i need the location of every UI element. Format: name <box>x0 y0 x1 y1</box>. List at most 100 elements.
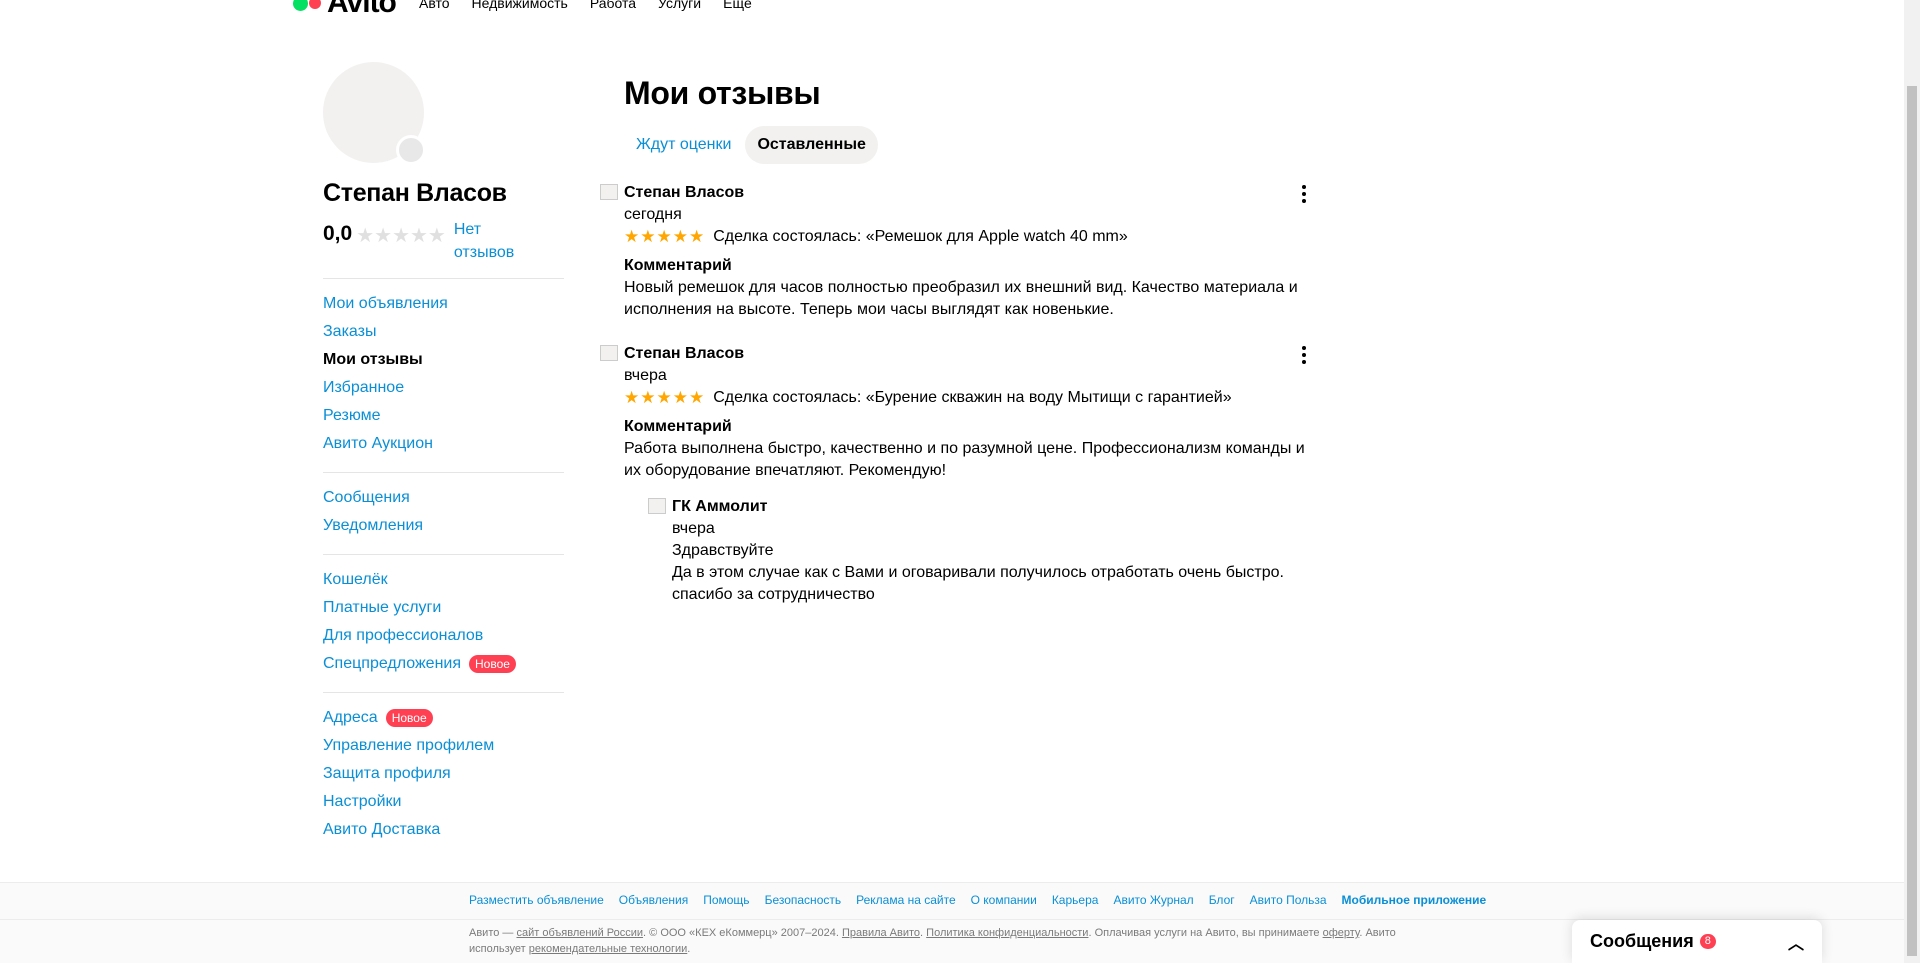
reply-date: вчера <box>672 520 715 537</box>
avito-logo[interactable]: Avito <box>293 0 397 20</box>
legal-text: Авито — <box>469 927 517 939</box>
sidebar-item-orders[interactable]: Заказы <box>323 318 564 346</box>
sidebar-item-auction[interactable]: Авито Аукцион <box>323 430 564 458</box>
chevron-up-icon[interactable]: ︿ <box>1788 930 1804 954</box>
legal-text: . © ООО «КЕХ eКоммерц» 2007–2024. <box>643 927 842 939</box>
profile-sidebar: Степан Власов 0,0 ★★★★★ Нет отзывов Мои … <box>323 62 564 844</box>
footer-link[interactable]: Разместить объявление <box>469 893 604 907</box>
review-deal-row: ★★★★★ Сделка состоялась: «Ремешок для Ap… <box>624 226 1320 248</box>
footer-link[interactable]: Авито Журнал <box>1113 893 1193 907</box>
tab-awaiting-rating[interactable]: Ждут оценки <box>624 126 743 164</box>
author-avatar <box>600 184 618 200</box>
sidebar-item-notifications[interactable]: Уведомления <box>323 512 564 540</box>
comment-heading: Комментарий <box>624 418 732 435</box>
sidebar-item-delivery[interactable]: Авито Доставка <box>323 816 564 844</box>
review-comment: Работа выполнена быстро, качественно и п… <box>624 440 1305 479</box>
sidebar-item-wallet[interactable]: Кошелёк <box>323 566 564 594</box>
footer-link[interactable]: Помощь <box>703 893 749 907</box>
avatar-edit-badge[interactable] <box>396 135 426 165</box>
more-options-icon[interactable] <box>1298 184 1310 204</box>
sidebar-item-my-reviews[interactable]: Мои отзывы <box>323 346 564 374</box>
reply-text: Да в этом случае как с Вами и оговаривал… <box>672 564 1284 603</box>
sidebar-item-special-offers[interactable]: Спецпредложения Новое <box>323 650 564 678</box>
sidebar-item-messages[interactable]: Сообщения <box>323 484 564 512</box>
nav-item-more[interactable]: Ещё <box>723 0 752 11</box>
messages-count-badge: 8 <box>1699 934 1716 949</box>
sidebar-item-profile-protection[interactable]: Защита профиля <box>323 760 564 788</box>
messages-widget[interactable]: Сообщения 8 ︿ <box>1572 920 1822 963</box>
sidebar-item-settings[interactable]: Настройки <box>323 788 564 816</box>
review-author[interactable]: Степан Власов <box>624 343 1320 365</box>
top-nav: Авто Недвижимость Работа Услуги Ещё <box>419 0 752 11</box>
scrollbar-thumb[interactable] <box>1907 86 1917 956</box>
review-deal: Сделка состоялась: «Бурение скважин на в… <box>713 389 1232 406</box>
legal-link-offer[interactable]: оферту <box>1323 927 1360 939</box>
logo-text: Avito <box>327 0 397 19</box>
sidebar-group-ads: Мои объявления Заказы Мои отзывы Избранн… <box>323 290 564 458</box>
top-header: Avito Авто Недвижимость Работа Услуги Ещ… <box>0 0 1904 19</box>
legal-text: . Оплачивая услуги на Авито, вы принимае… <box>1088 927 1323 939</box>
messages-widget-label: Сообщения <box>1590 931 1694 951</box>
rating-stars-icon: ★★★★★ <box>624 388 706 407</box>
reply-author[interactable]: ГК Аммолит <box>672 496 1320 518</box>
sidebar-item-addresses[interactable]: Адреса Новое <box>323 704 564 732</box>
legal-link-rules[interactable]: Правила Авито <box>842 927 920 939</box>
rating-row: 0,0 ★★★★★ Нет отзывов <box>323 218 564 264</box>
sidebar-group-finance: Кошелёк Платные услуги Для профессионало… <box>323 566 564 678</box>
author-avatar <box>600 345 618 361</box>
footer-link[interactable]: Авито Польза <box>1250 893 1327 907</box>
rating-stars-icon: ★★★★★ <box>624 227 706 246</box>
footer-link[interactable]: О компании <box>971 893 1037 907</box>
legal-link-privacy[interactable]: Политика конфиденциальности <box>926 927 1088 939</box>
sidebar-group-messages: Сообщения Уведомления <box>323 484 564 540</box>
page-scrollbar[interactable] <box>1904 0 1920 963</box>
review-author[interactable]: Степан Власов <box>624 182 1320 204</box>
footer-link[interactable]: Объявления <box>619 893 688 907</box>
comment-heading: Комментарий <box>624 257 732 274</box>
review-item: Степан Власов вчера ★★★★★ Сделка состоял… <box>600 343 1320 606</box>
footer-legal: Авито — сайт объявлений России. © ООО «К… <box>469 925 1419 957</box>
sidebar-item-paid-services[interactable]: Платные услуги <box>323 594 564 622</box>
seller-reply: ГК Аммолит вчера Здравствуйте Да в этом … <box>648 496 1320 606</box>
sidebar-group-settings: Адреса Новое Управление профилем Защита … <box>323 704 564 844</box>
tab-left-reviews[interactable]: Оставленные <box>745 126 878 164</box>
legal-link-recommendations[interactable]: рекомендательные технологии <box>529 943 688 955</box>
review-date: вчера <box>624 367 667 384</box>
avatar[interactable] <box>323 62 426 165</box>
user-name: Степан Власов <box>323 179 507 207</box>
rating-value: 0,0 <box>323 222 353 245</box>
sidebar-divider <box>323 278 564 279</box>
logo-red-dot <box>309 0 321 9</box>
new-badge: Новое <box>469 655 516 673</box>
legal-text: . <box>687 943 691 955</box>
sidebar-item-favorites[interactable]: Избранное <box>323 374 564 402</box>
reviews-main: Мои отзывы Ждут оценки Оставленные Степа… <box>600 75 1320 606</box>
more-options-icon[interactable] <box>1298 345 1310 365</box>
footer-link[interactable]: Реклама на сайте <box>856 893 956 907</box>
nav-item-jobs[interactable]: Работа <box>590 0 636 11</box>
nav-item-realty[interactable]: Недвижимость <box>472 0 568 11</box>
sidebar-item-pro[interactable]: Для профессионалов <box>323 622 564 650</box>
sidebar-divider <box>323 472 564 473</box>
footer-link-mobile-app[interactable]: Мобильное приложение <box>1342 893 1487 907</box>
legal-link-site[interactable]: сайт объявлений России <box>516 927 643 939</box>
review-deal: Сделка состоялась: «Ремешок для Apple wa… <box>713 228 1128 245</box>
footer-link[interactable]: Блог <box>1209 893 1235 907</box>
page-title: Мои отзывы <box>624 75 821 111</box>
rating-stars-icon: ★★★★★ <box>356 225 446 247</box>
nav-item-services[interactable]: Услуги <box>658 0 701 11</box>
review-date: сегодня <box>624 206 682 223</box>
review-deal-row: ★★★★★ Сделка состоялась: «Бурение скважи… <box>624 387 1320 409</box>
sidebar-item-my-ads[interactable]: Мои объявления <box>323 290 564 318</box>
sidebar-item-profile-management[interactable]: Управление профилем <box>323 732 564 760</box>
footer-link[interactable]: Безопасность <box>765 893 842 907</box>
sidebar-item-label: Адреса <box>323 709 378 726</box>
sidebar-item-label: Спецпредложения <box>323 655 461 672</box>
no-reviews-link[interactable]: Нет отзывов <box>454 218 524 264</box>
sidebar-item-resume[interactable]: Резюме <box>323 402 564 430</box>
review-comment: Новый ремешок для часов полностью преобр… <box>624 279 1298 318</box>
reply-greeting: Здравствуйте <box>672 542 774 559</box>
footer-link[interactable]: Карьера <box>1052 893 1099 907</box>
new-badge: Новое <box>385 709 433 727</box>
nav-item-auto[interactable]: Авто <box>419 0 450 11</box>
